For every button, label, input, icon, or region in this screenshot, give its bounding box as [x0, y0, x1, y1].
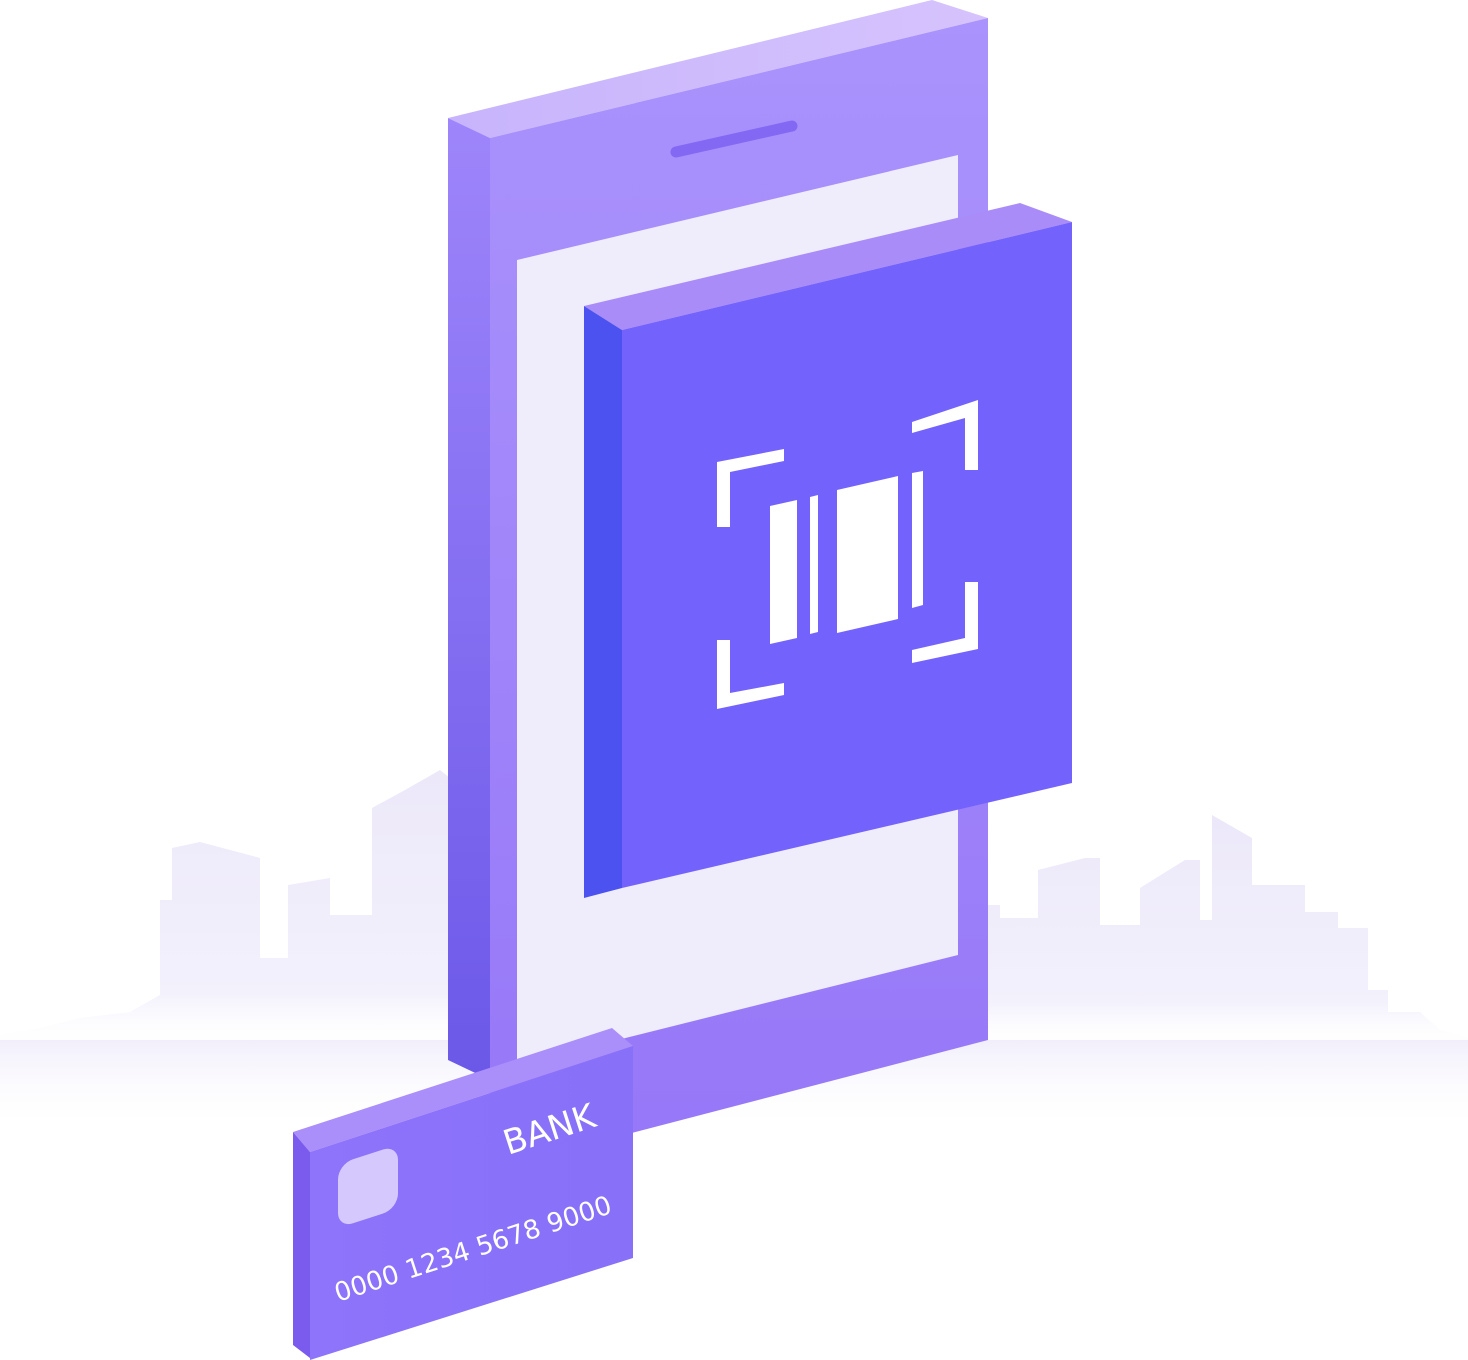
card-left-side	[293, 1132, 310, 1358]
payment-scan-illustration: BANK 0000 1234 5678 9000	[0, 0, 1468, 1360]
scanner-panel	[584, 203, 1072, 898]
scanner-left-side	[584, 306, 622, 898]
phone-left-side	[448, 118, 490, 1080]
